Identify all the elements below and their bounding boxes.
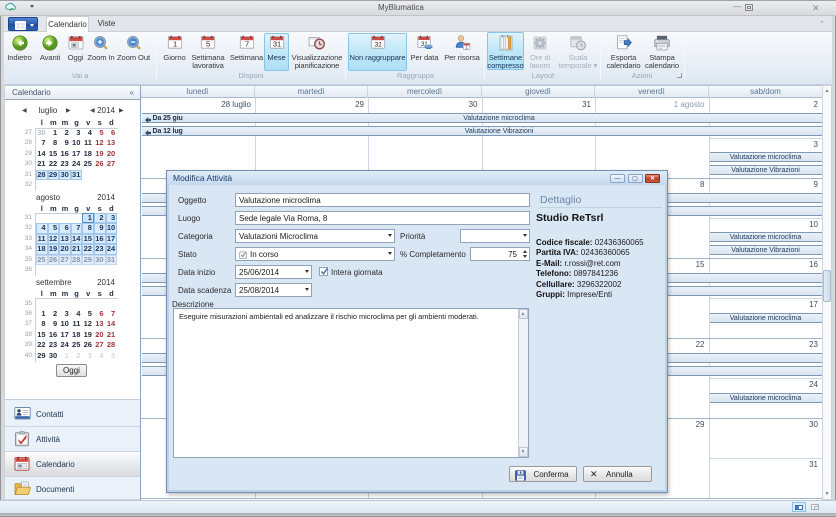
svg-text:1: 1 (172, 39, 176, 48)
svg-text:31: 31 (374, 41, 382, 48)
svg-text:7: 7 (244, 39, 248, 48)
svg-text:5: 5 (206, 39, 210, 48)
svg-text:31: 31 (272, 39, 280, 48)
